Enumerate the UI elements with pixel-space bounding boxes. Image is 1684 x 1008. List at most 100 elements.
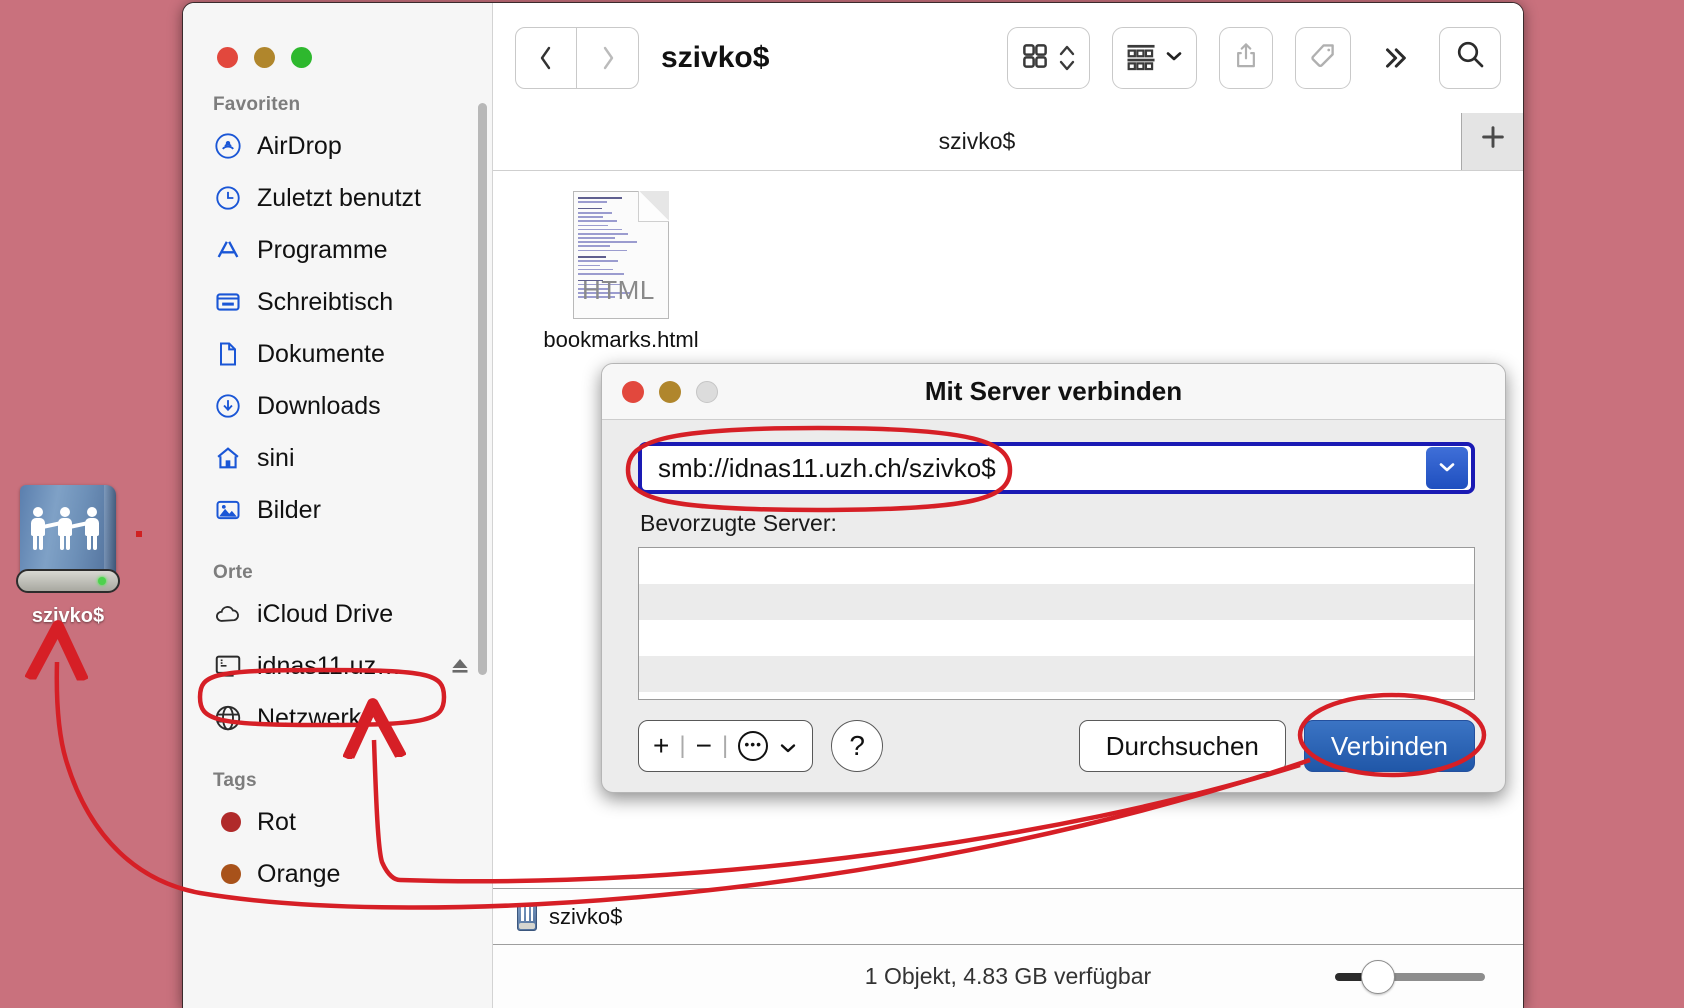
list-item[interactable] <box>639 656 1474 692</box>
help-button[interactable]: ? <box>831 720 883 772</box>
sidebar-section-orte: Orte <box>183 562 492 588</box>
new-tab-button[interactable] <box>1461 113 1523 170</box>
chevron-down-icon <box>1164 48 1184 69</box>
divider: | <box>722 732 728 760</box>
group-by-button[interactable] <box>1112 27 1197 89</box>
drive-base <box>16 569 120 593</box>
sidebar-item-label: AirDrop <box>257 132 342 161</box>
sidebar-scrollbar[interactable] <box>478 103 487 675</box>
plus-icon <box>1477 120 1509 163</box>
dialog-close-button[interactable] <box>622 381 644 403</box>
annotation-dot <box>136 531 142 537</box>
sidebar-item-label: sini <box>257 444 295 473</box>
sidebar-item-tag-orange[interactable]: Orange <box>183 848 492 900</box>
dialog-minimize-button[interactable] <box>659 381 681 403</box>
page-title: szivko$ <box>661 41 769 75</box>
slider-knob[interactable] <box>1361 960 1395 994</box>
sidebar-item-schreibtisch[interactable]: Schreibtisch <box>183 276 492 328</box>
sidebar-item-label: Downloads <box>257 392 381 421</box>
maximize-button[interactable] <box>291 47 312 68</box>
more-toolbar-items-button[interactable] <box>1373 36 1417 80</box>
dialog-footer: + | − | ••• ? Durchsuchen Verbinden <box>602 700 1505 792</box>
divider: | <box>679 732 685 760</box>
favorites-edit-segmented-control[interactable]: + | − | ••• <box>638 720 813 772</box>
tag-dot-icon <box>213 859 243 889</box>
server-address-input[interactable] <box>642 453 1426 484</box>
sidebar-item-sini[interactable]: sini <box>183 432 492 484</box>
sidebar: Favoriten AirDrop Zuletzt benutzt <box>183 3 493 1008</box>
sidebar-section-favoriten: Favoriten <box>183 94 492 120</box>
forward-button[interactable] <box>577 27 639 89</box>
desktop-icon-label: szivko$ <box>8 605 128 628</box>
sidebar-item-zuletzt-benutzt[interactable]: Zuletzt benutzt <box>183 172 492 224</box>
favorite-servers-list[interactable] <box>638 547 1475 700</box>
tag-dot-icon <box>213 807 243 837</box>
sidebar-item-dokumente[interactable]: Dokumente <box>183 328 492 380</box>
remove-favorite-button[interactable]: − <box>696 730 712 762</box>
sidebar-item-icloud-drive[interactable]: iCloud Drive <box>183 588 492 640</box>
dialog-maximize-button <box>696 381 718 403</box>
cloud-icon <box>213 599 243 629</box>
applications-icon <box>213 235 243 265</box>
sidebar-item-bilder[interactable]: Bilder <box>183 484 492 536</box>
sidebar-item-label: Dokumente <box>257 340 385 369</box>
connect-to-server-dialog: Mit Server verbinden Bevorzugte Server: … <box>601 363 1506 793</box>
airdrop-icon <box>213 131 243 161</box>
photos-icon <box>213 495 243 525</box>
clock-icon <box>213 183 243 213</box>
tab-szivko[interactable]: szivko$ <box>493 113 1461 170</box>
sidebar-item-label: iCloud Drive <box>257 600 393 629</box>
shared-users-glyph <box>28 507 102 551</box>
navigation-buttons <box>515 27 639 89</box>
search-icon <box>1454 38 1486 78</box>
chevron-down-icon <box>1437 457 1457 480</box>
favorite-servers-label: Bevorzugte Server: <box>640 510 1475 537</box>
minimize-button[interactable] <box>254 47 275 68</box>
sidebar-item-tag-rot[interactable]: Rot <box>183 796 492 848</box>
drive-led-icon <box>98 577 106 585</box>
status-bar: 1 Objekt, 4.83 GB verfügbar <box>493 944 1523 1008</box>
path-bar-label[interactable]: szivko$ <box>549 904 622 930</box>
sidebar-item-netzwerk[interactable]: Netzwerk <box>183 692 492 744</box>
sidebar-item-idnas11[interactable]: idnas11.uz… <box>183 640 492 692</box>
server-history-dropdown-button[interactable] <box>1426 447 1468 489</box>
sidebar-item-downloads[interactable]: Downloads <box>183 380 492 432</box>
file-item-bookmarks[interactable]: HTML bookmarks.html <box>531 191 711 353</box>
eject-icon[interactable] <box>448 654 472 678</box>
grid-view-icon <box>1020 41 1050 76</box>
connect-button[interactable]: Verbinden <box>1304 720 1475 772</box>
dialog-body: Bevorzugte Server: <box>602 420 1505 700</box>
tag-button[interactable] <box>1295 27 1351 89</box>
page-fold <box>638 191 669 222</box>
document-icon <box>213 339 243 369</box>
chevron-down-icon[interactable] <box>778 730 798 762</box>
view-options-button[interactable] <box>1007 27 1090 89</box>
icon-size-slider[interactable] <box>1335 973 1485 981</box>
list-item[interactable] <box>639 548 1474 584</box>
window-traffic-lights[interactable] <box>183 3 492 68</box>
share-button[interactable] <box>1219 27 1273 89</box>
tab-bar: szivko$ <box>493 113 1523 171</box>
desktop-drive-icon-group[interactable]: szivko$ <box>8 485 128 628</box>
add-favorite-button[interactable]: + <box>653 730 669 762</box>
sidebar-section-tags: Tags <box>183 770 492 796</box>
shared-drive-icon <box>14 485 122 595</box>
list-item[interactable] <box>639 620 1474 656</box>
html-file-icon: HTML <box>573 191 669 319</box>
browse-button[interactable]: Durchsuchen <box>1079 720 1286 772</box>
dialog-traffic-lights[interactable] <box>622 381 718 403</box>
sidebar-item-label: Programme <box>257 236 388 265</box>
list-item[interactable] <box>639 584 1474 620</box>
back-button[interactable] <box>515 27 577 89</box>
sidebar-item-airdrop[interactable]: AirDrop <box>183 120 492 172</box>
server-display-icon <box>213 651 243 681</box>
close-button[interactable] <box>217 47 238 68</box>
sidebar-item-label: Rot <box>257 808 296 837</box>
options-menu-icon[interactable]: ••• <box>738 731 768 761</box>
search-button[interactable] <box>1439 27 1501 89</box>
chevron-updown-icon <box>1057 41 1077 75</box>
shared-drive-mini-icon <box>517 903 537 931</box>
sidebar-item-programme[interactable]: Programme <box>183 224 492 276</box>
server-address-combobox[interactable] <box>638 442 1475 494</box>
home-icon <box>213 443 243 473</box>
